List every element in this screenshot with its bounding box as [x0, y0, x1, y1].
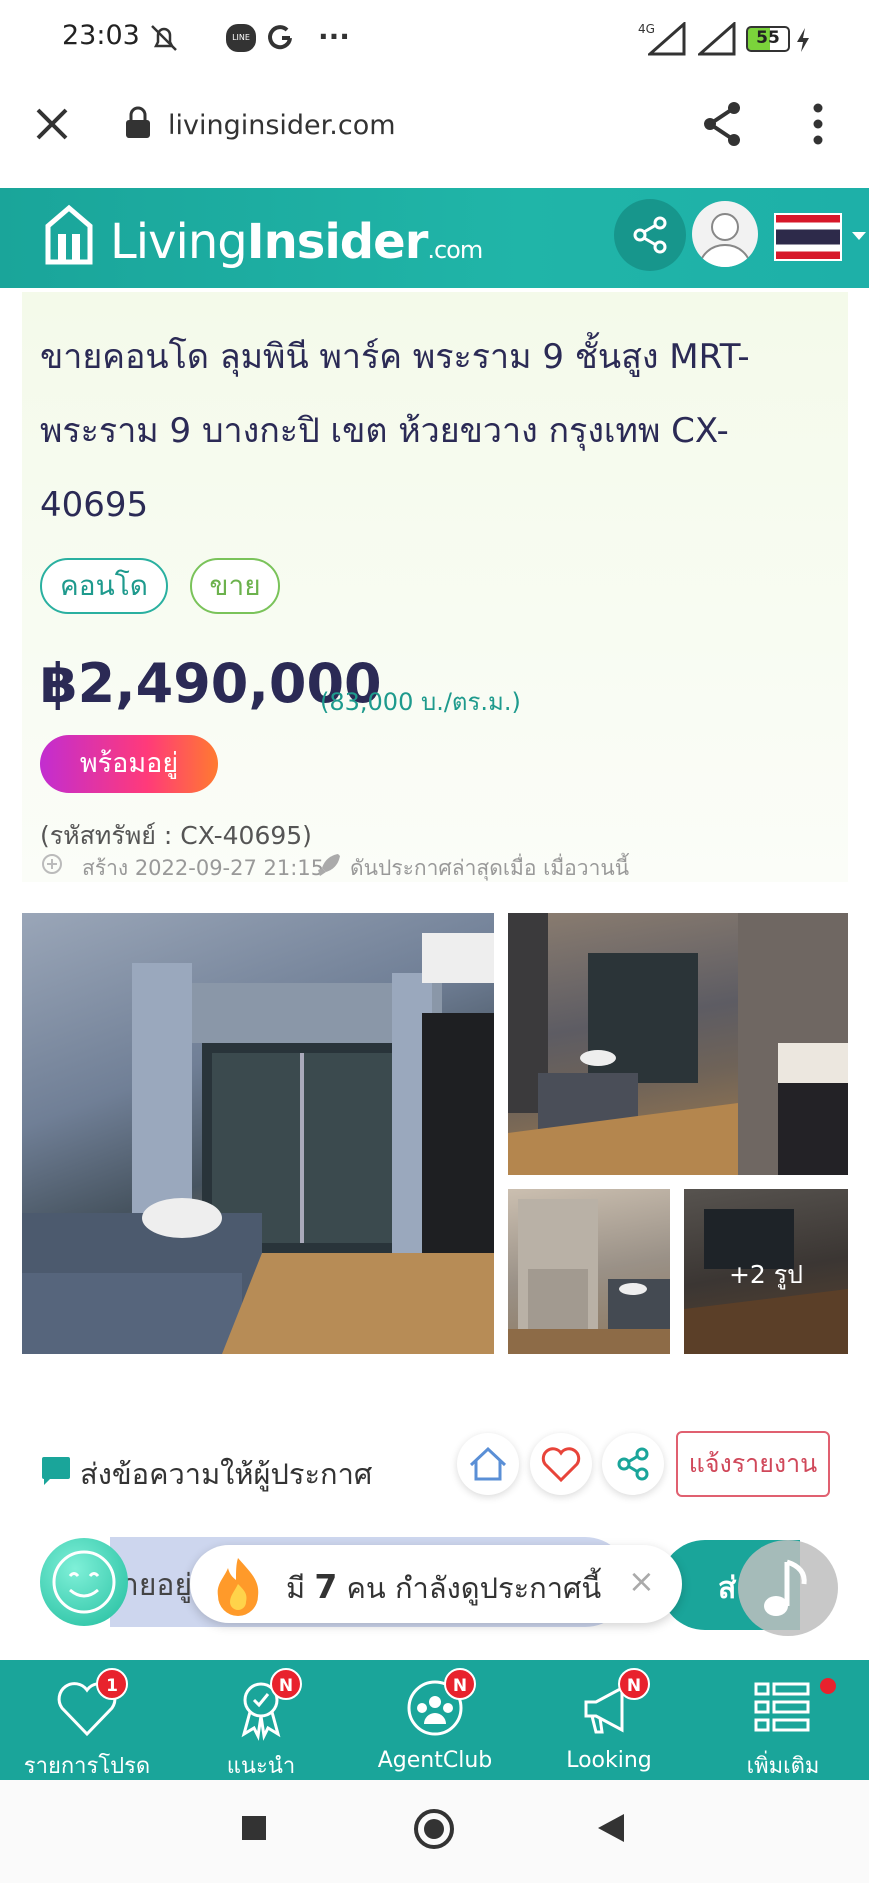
chatbot-smiley-button[interactable] [40, 1538, 128, 1626]
main-photo[interactable] [22, 913, 494, 1354]
contact-bar-left-text: ายอยู่ [122, 1568, 193, 1603]
line-app-icon: LINE [226, 24, 256, 52]
signal-icon-2 [698, 22, 736, 56]
home-button[interactable] [457, 1433, 519, 1495]
close-tab-icon[interactable] [34, 106, 70, 142]
price-per-sqm: (83,000 บ./ตร.ม.) [320, 688, 521, 716]
music-note-icon [764, 1559, 807, 1616]
user-icon [699, 213, 751, 267]
chevron-down-icon[interactable] [850, 230, 868, 242]
music-floating-button[interactable] [738, 1540, 838, 1636]
user-avatar[interactable] [692, 201, 758, 267]
heart-icon [541, 1447, 581, 1483]
nav-looking[interactable]: N Looking [522, 1660, 696, 1780]
toast-close-icon[interactable]: × [628, 1562, 655, 1600]
living-kitchen-photo [508, 913, 848, 1175]
viewer-count: 7 [314, 1567, 338, 1606]
living-insider-logo-icon[interactable] [44, 204, 94, 266]
add-circle-icon [42, 854, 62, 874]
notifications-muted-icon [151, 25, 177, 51]
viewer-prefix: มี [286, 1571, 306, 1605]
viewer-count-text: มี 7 คน กำลังดูประกาศนี้ [286, 1565, 601, 1611]
bedroom-wardrobe-photo [508, 1199, 670, 1354]
photo-3[interactable] [508, 1189, 670, 1354]
google-icon [268, 25, 292, 50]
nav-favorites-label: รายการโปรด [23, 1754, 151, 1779]
header-share-button[interactable] [614, 199, 686, 271]
home-icon [469, 1446, 507, 1481]
nav-recommended[interactable]: N แนะนำ [174, 1660, 348, 1780]
recents-button[interactable] [242, 1816, 266, 1840]
nav-looking-label: Looking [566, 1748, 652, 1773]
home-system-button[interactable] [414, 1809, 454, 1849]
nav-agentclub-label: AgentClub [377, 1748, 493, 1773]
status-time: 23:03 [62, 20, 140, 51]
thai-flag-language-selector[interactable] [774, 213, 842, 261]
agentclub-badge: N [444, 1668, 476, 1700]
boosted-time: ดันประกาศล่าสุดเมื่อ เมื่อวานนี้ [350, 856, 630, 880]
more-notifications-icon: ··· [318, 20, 350, 53]
more-notification-dot [820, 1678, 836, 1694]
signal-icon [648, 22, 686, 56]
tag-condo[interactable]: คอนโด [40, 558, 168, 614]
nav-more-label: เพิ่มเติม [746, 1754, 820, 1779]
back-button-icon[interactable] [596, 1812, 626, 1844]
smiley-icon [52, 1550, 116, 1614]
site-logo[interactable]: LivingInsider.com [110, 214, 483, 270]
url-text[interactable]: livinginsider.com [168, 110, 396, 141]
photo-2[interactable] [508, 913, 848, 1175]
report-button[interactable]: แจ้งรายงาน [676, 1431, 830, 1497]
chat-icon [42, 1457, 70, 1485]
recommended-badge: N [270, 1668, 302, 1700]
browser-menu-icon[interactable] [808, 102, 828, 146]
fire-icon [217, 1558, 259, 1616]
nav-recommended-label: แนะนำ [226, 1754, 296, 1779]
lock-icon [126, 106, 150, 138]
battery-icon: 55 [746, 26, 790, 52]
contact-bar-right-text: ส่ [718, 1571, 737, 1606]
looking-badge: N [618, 1668, 650, 1700]
created-date: สร้าง 2022-09-27 21:15 [82, 856, 325, 880]
browser-share-icon[interactable] [700, 100, 746, 148]
living-room-photo [22, 933, 494, 1354]
tag-sale[interactable]: ขาย [190, 558, 280, 614]
logo-living: Living [110, 214, 248, 270]
charging-icon [797, 28, 809, 52]
favorite-button[interactable] [530, 1433, 592, 1495]
home-dot-icon [424, 1819, 444, 1839]
send-message-link[interactable]: ส่งข้อความให้ผู้ประกาศ [80, 1451, 372, 1497]
viewer-suffix: คน กำลังดูประกาศนี้ [346, 1571, 602, 1605]
nav-agentclub[interactable]: N AgentClub [348, 1660, 522, 1780]
asset-code: (รหัสทรัพย์ : CX-40695) [40, 821, 312, 850]
more-photos-overlay[interactable]: +2 รูป [684, 1255, 848, 1295]
favorites-badge: 1 [96, 1668, 128, 1700]
nav-more[interactable]: เพิ่มเติม [696, 1660, 869, 1780]
list-menu-icon [754, 1682, 810, 1732]
ready-to-move-badge: พร้อมอยู่ [40, 735, 218, 793]
logo-insider: Insider [246, 214, 429, 270]
rocket-icon [318, 854, 340, 876]
share-icon [633, 216, 667, 254]
share-button[interactable] [602, 1433, 664, 1495]
logo-com: .com [427, 236, 483, 264]
listing-title: ขายคอนโด ลุมพินี พาร์ค พระราม 9 ชั้นสูง … [40, 337, 750, 525]
share-icon [617, 1447, 649, 1481]
nav-favorites[interactable]: 1 รายการโปรด [0, 1660, 174, 1780]
